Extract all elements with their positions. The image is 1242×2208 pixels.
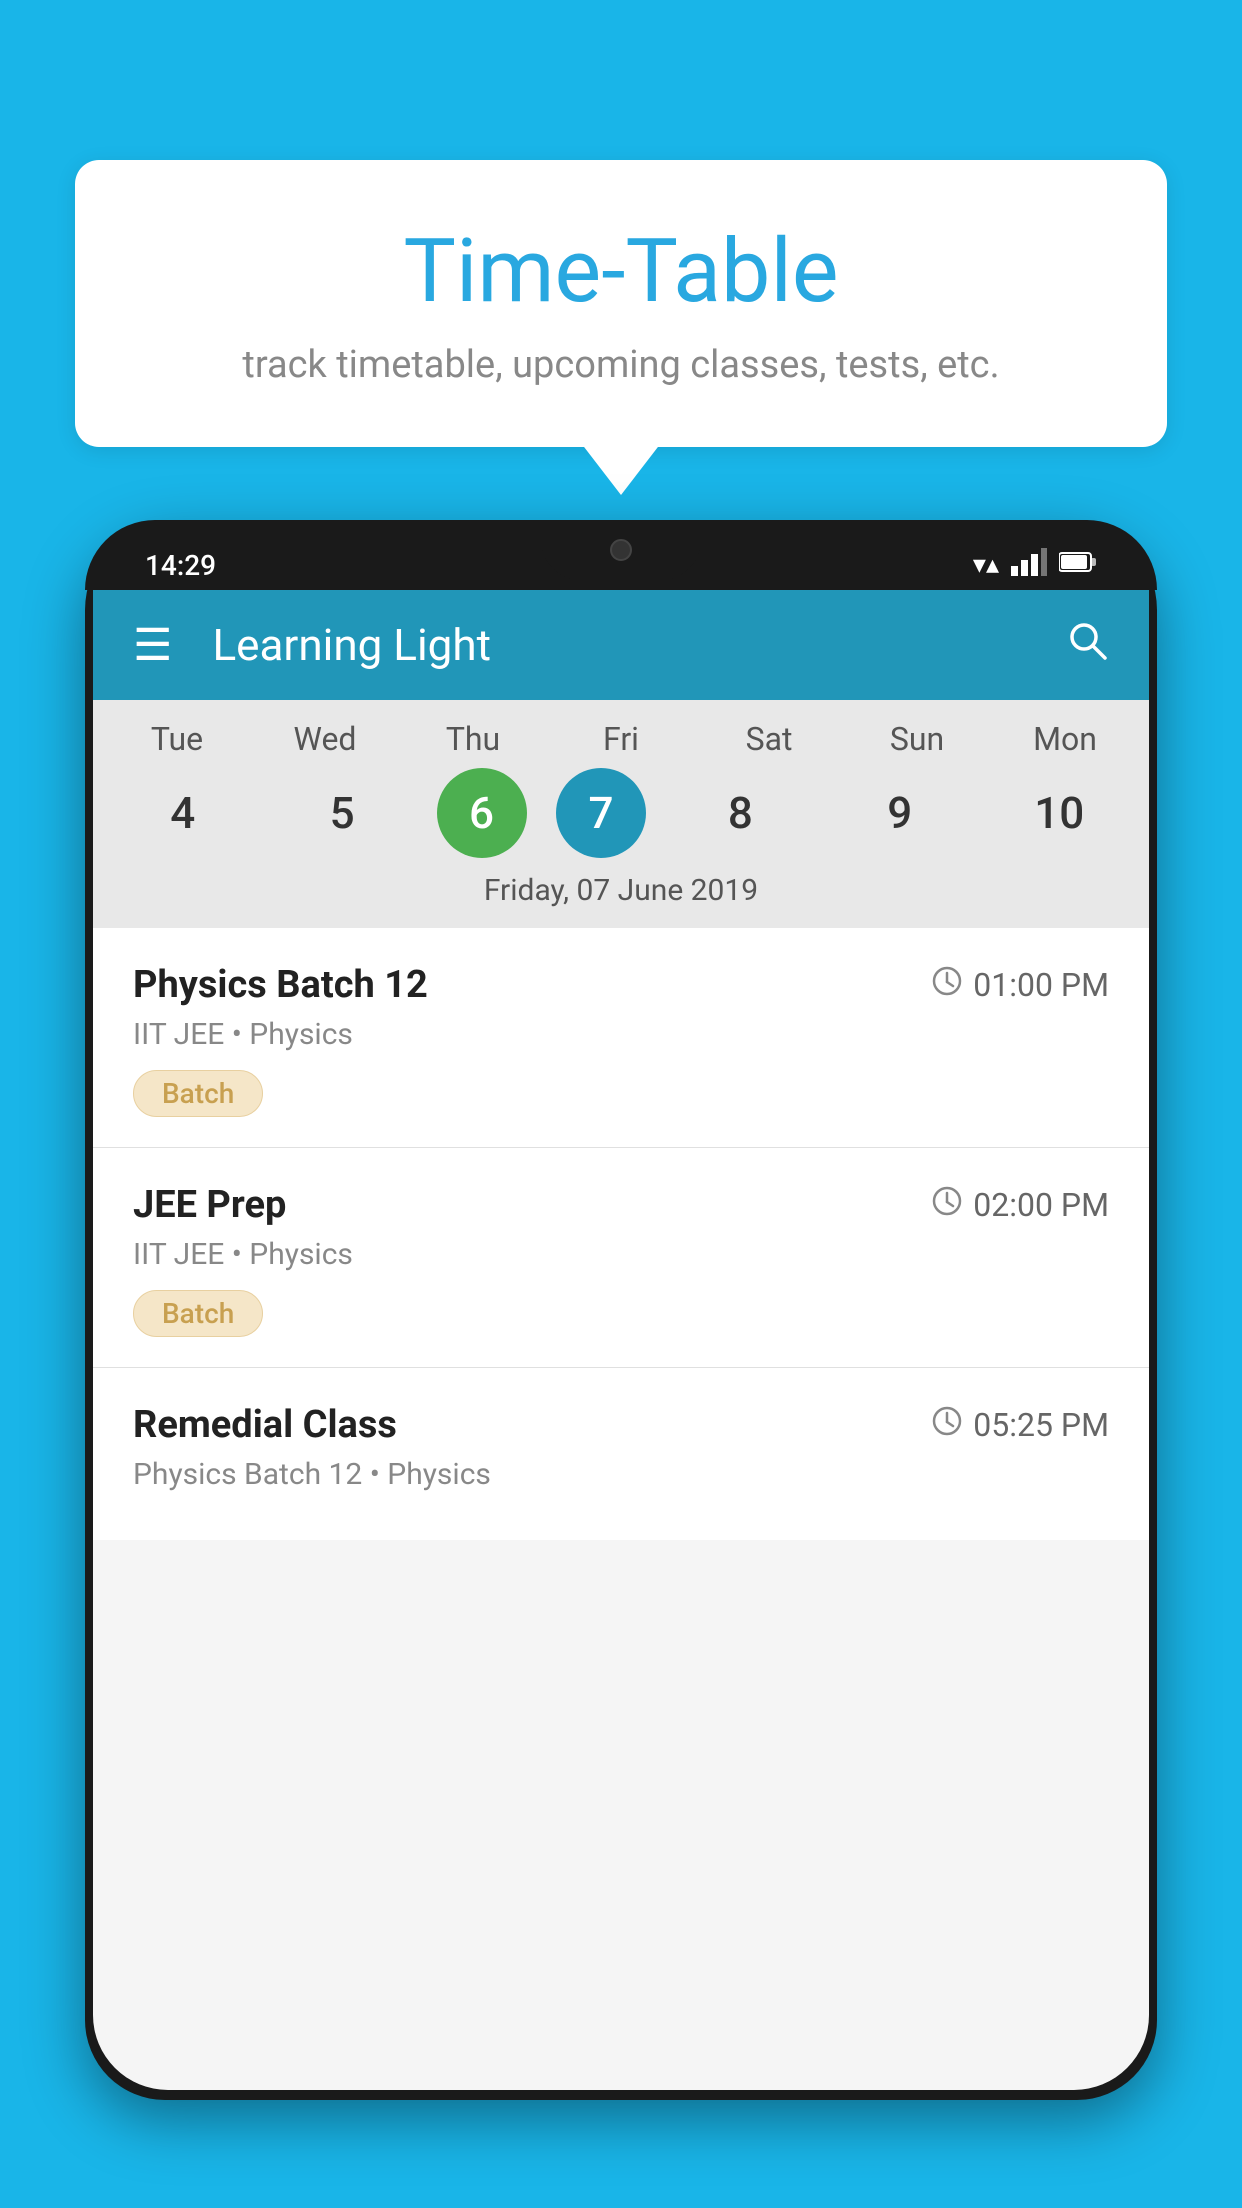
day-header-mon: Mon — [1000, 720, 1130, 758]
day-header-fri: Fri — [556, 720, 686, 758]
schedule-subtitle-2: IIT JEE • Physics — [133, 1237, 1109, 1272]
day-header-sun: Sun — [852, 720, 982, 758]
schedule-item-3[interactable]: Remedial Class 05:25 PM — [93, 1368, 1149, 1540]
day-header-wed: Wed — [260, 720, 390, 758]
phone-outer: 14:29 ▾▴ — [85, 520, 1157, 2100]
phone-screen: ☰ Learning Light Tue Wed Thu Fri Sat — [93, 590, 1149, 2090]
selected-date-label: Friday, 07 June 2019 — [93, 858, 1149, 928]
schedule-title-1: Physics Batch 12 — [133, 963, 428, 1007]
notch — [541, 520, 701, 580]
day-8[interactable]: 8 — [675, 768, 805, 858]
status-icons: ▾▴ — [973, 548, 1097, 583]
schedule-time-3: 05:25 PM — [931, 1405, 1109, 1445]
day-headers: Tue Wed Thu Fri Sat Sun Mon — [93, 720, 1149, 758]
schedule-time-1: 01:00 PM — [931, 965, 1109, 1005]
schedule-item-3-header: Remedial Class 05:25 PM — [133, 1403, 1109, 1447]
schedule-subtitle-3: Physics Batch 12 • Physics — [133, 1457, 1109, 1492]
status-time: 14:29 — [145, 549, 216, 582]
speech-bubble-title: Time-Table — [125, 220, 1117, 323]
search-button[interactable] — [1065, 618, 1109, 673]
camera-dot — [610, 539, 632, 561]
clock-icon-1 — [931, 965, 963, 1005]
batch-tag-1: Batch — [133, 1070, 263, 1117]
batch-tag-2: Batch — [133, 1290, 263, 1337]
day-4[interactable]: 4 — [118, 768, 248, 858]
day-6-today[interactable]: 6 — [437, 768, 527, 858]
battery-icon — [1059, 550, 1097, 580]
schedule-item-2[interactable]: JEE Prep 02:00 PM — [93, 1148, 1149, 1368]
clock-icon-3 — [931, 1405, 963, 1445]
schedule-time-2: 02:00 PM — [931, 1185, 1109, 1225]
schedule-item-1-header: Physics Batch 12 01:00 PM — [133, 963, 1109, 1007]
phone-top-bar: 14:29 ▾▴ — [85, 520, 1157, 590]
schedule-item-2-header: JEE Prep 02:00 PM — [133, 1183, 1109, 1227]
app-title: Learning Light — [212, 619, 1065, 671]
day-header-sat: Sat — [704, 720, 834, 758]
schedule-title-2: JEE Prep — [133, 1183, 286, 1227]
schedule-title-3: Remedial Class — [133, 1403, 397, 1447]
day-header-thu: Thu — [408, 720, 538, 758]
day-7-selected[interactable]: 7 — [556, 768, 646, 858]
signal-icon — [1011, 548, 1047, 583]
day-9[interactable]: 9 — [835, 768, 965, 858]
day-header-tue: Tue — [112, 720, 242, 758]
speech-bubble: Time-Table track timetable, upcoming cla… — [75, 160, 1167, 447]
schedule-subtitle-1: IIT JEE • Physics — [133, 1017, 1109, 1052]
app-bar: ☰ Learning Light — [93, 590, 1149, 700]
day-numbers: 4 5 6 7 8 9 10 — [93, 758, 1149, 858]
speech-bubble-subtitle: track timetable, upcoming classes, tests… — [125, 343, 1117, 387]
clock-icon-2 — [931, 1185, 963, 1225]
schedule-item-1[interactable]: Physics Batch 12 01:00 PM — [93, 928, 1149, 1148]
day-10[interactable]: 10 — [994, 768, 1124, 858]
calendar-strip: Tue Wed Thu Fri Sat Sun Mon 4 5 6 7 8 9 … — [93, 700, 1149, 928]
hamburger-icon[interactable]: ☰ — [133, 623, 172, 667]
speech-bubble-container: Time-Table track timetable, upcoming cla… — [75, 160, 1167, 447]
schedule-list: Physics Batch 12 01:00 PM — [93, 928, 1149, 1540]
wifi-icon: ▾▴ — [973, 550, 999, 580]
phone-mockup: 14:29 ▾▴ — [85, 520, 1157, 2208]
day-5[interactable]: 5 — [277, 768, 407, 858]
